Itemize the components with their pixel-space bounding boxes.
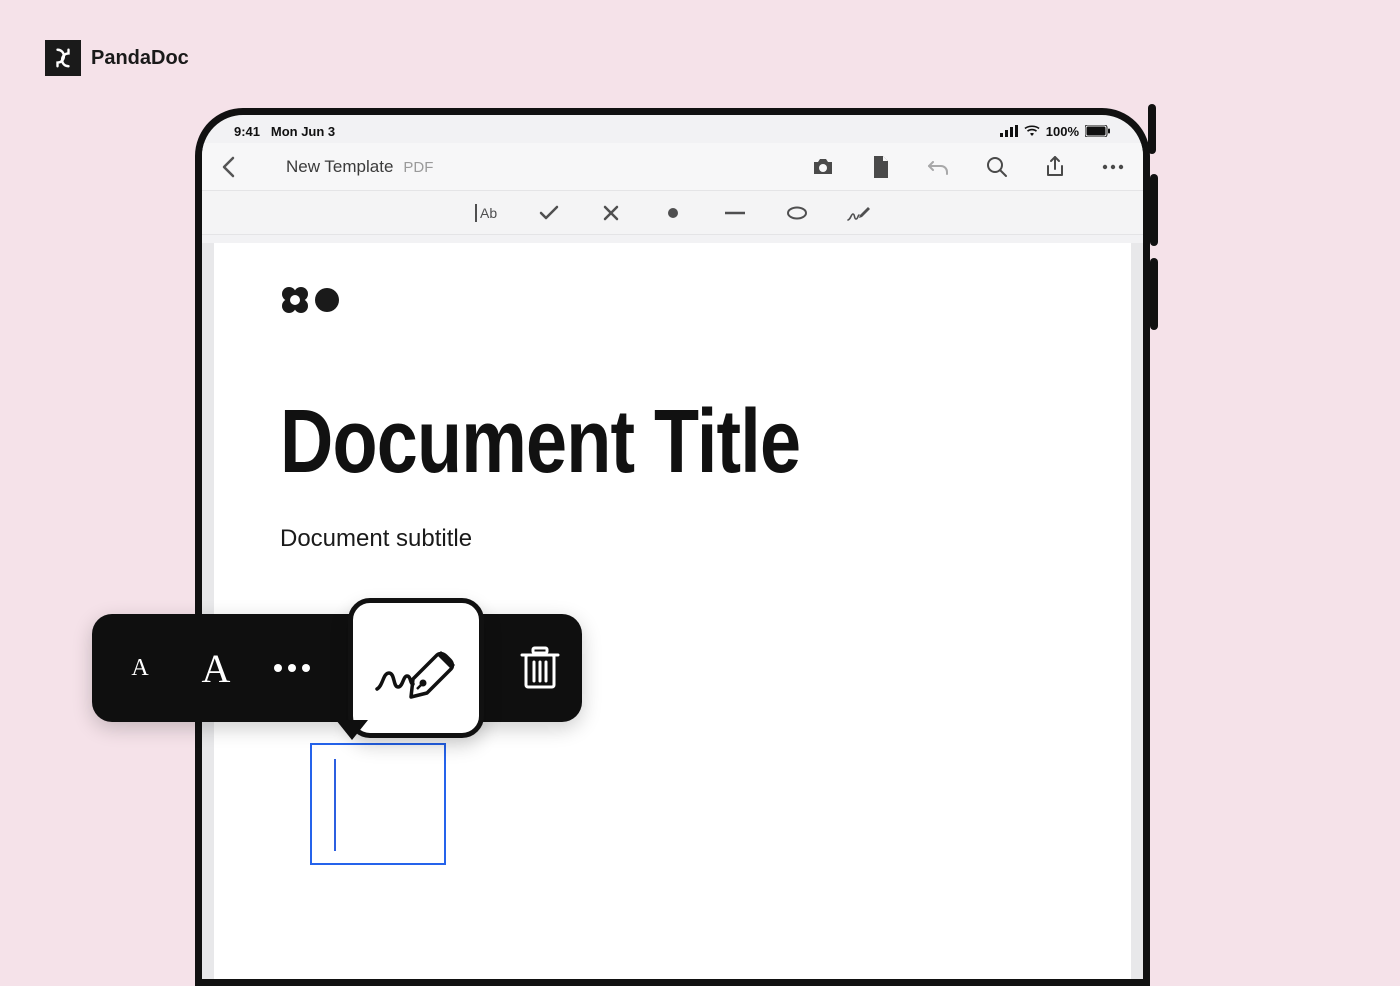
context-toolbar: A A: [92, 614, 582, 722]
trash-icon: [520, 645, 560, 691]
clover-icon: [280, 285, 310, 315]
letter-a-large-icon: A: [202, 645, 231, 692]
dot-icon: [288, 664, 296, 672]
navigation-bar: New Template PDF: [202, 143, 1143, 191]
status-date: Mon Jun 3: [271, 124, 335, 139]
tablet-frame: 9:41 Mon Jun 3 100% New Template PDF: [195, 108, 1150, 986]
signature-field[interactable]: [310, 743, 446, 865]
document-header-logo: [280, 285, 340, 315]
check-icon: [539, 205, 559, 221]
signature-button[interactable]: [348, 598, 484, 738]
dot-icon: [302, 664, 310, 672]
document-subtitle[interactable]: Document subtitle: [280, 525, 472, 553]
cellular-icon: [1000, 125, 1018, 137]
font-size-increase-button[interactable]: A: [192, 644, 240, 692]
status-time: 9:41: [234, 124, 260, 139]
search-button[interactable]: [977, 147, 1017, 187]
signature-tool[interactable]: [845, 199, 873, 227]
nav-title: New Template: [286, 157, 393, 177]
document-icon: [872, 156, 890, 178]
document-title[interactable]: Document Title: [280, 391, 800, 494]
dot-tool[interactable]: [659, 199, 687, 227]
svg-text:Ab: Ab: [480, 205, 497, 221]
battery-percent: 100%: [1046, 124, 1079, 139]
nav-subtitle: PDF: [403, 159, 433, 176]
signature-pen-icon: [846, 203, 872, 223]
document-canvas[interactable]: Document Title Document subtitle: [202, 243, 1143, 979]
dot-icon: [667, 207, 679, 219]
signature-nib-icon: [371, 633, 461, 703]
undo-icon: [927, 157, 951, 177]
nav-title-wrap: New Template PDF: [286, 157, 433, 177]
battery-icon: [1085, 125, 1111, 137]
check-tool[interactable]: [535, 199, 563, 227]
status-bar: 9:41 Mon Jun 3 100%: [202, 115, 1143, 143]
camera-icon: [811, 157, 835, 177]
search-icon: [986, 156, 1008, 178]
brand-logo: PandaDoc: [45, 40, 189, 76]
brand-name: PandaDoc: [91, 47, 189, 70]
undo-button[interactable]: [919, 147, 959, 187]
tablet-volume-down: [1150, 258, 1158, 330]
wifi-icon: [1024, 125, 1040, 137]
more-horizontal-icon: [1102, 164, 1124, 170]
line-tool[interactable]: [721, 199, 749, 227]
circle-icon: [314, 287, 340, 313]
text-cursor-icon: Ab: [473, 203, 501, 223]
share-button[interactable]: [1035, 147, 1075, 187]
back-button[interactable]: [208, 156, 248, 178]
letter-a-small-icon: A: [131, 655, 148, 682]
oval-icon: [786, 206, 808, 220]
brand-mark-icon: [45, 40, 81, 76]
more-button[interactable]: [1093, 147, 1133, 187]
status-right: 100%: [1000, 124, 1111, 139]
text-field-tool[interactable]: Ab: [473, 199, 501, 227]
oval-tool[interactable]: [783, 199, 811, 227]
share-icon: [1045, 155, 1065, 179]
signature-cursor: [334, 759, 336, 851]
field-toolbar: Ab: [202, 191, 1143, 235]
camera-button[interactable]: [803, 147, 843, 187]
font-size-decrease-button[interactable]: A: [116, 644, 164, 692]
dot-icon: [274, 664, 282, 672]
delete-button[interactable]: [516, 644, 564, 692]
status-left: 9:41 Mon Jun 3: [234, 124, 335, 139]
x-icon: [603, 205, 619, 221]
tablet-volume-up: [1150, 174, 1158, 246]
line-icon: [725, 211, 745, 215]
context-more-button[interactable]: [268, 644, 316, 692]
x-tool[interactable]: [597, 199, 625, 227]
chevron-left-icon: [221, 156, 235, 178]
document-button[interactable]: [861, 147, 901, 187]
